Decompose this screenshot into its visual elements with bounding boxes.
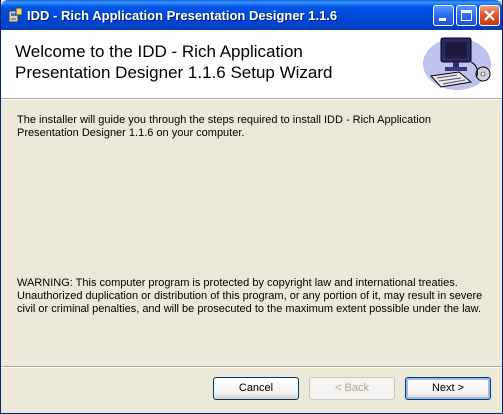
intro-text: The installer will guide you through the…	[17, 114, 431, 139]
wizard-banner: Welcome to the IDD - Rich Application Pr…	[1, 30, 502, 98]
next-button[interactable]: Next >	[405, 377, 491, 400]
cancel-button[interactable]: Cancel	[213, 377, 299, 400]
window-title: IDD - Rich Application Presentation Desi…	[27, 8, 338, 23]
minimize-button[interactable]	[433, 5, 454, 26]
title-bar[interactable]: IDD - Rich Application Presentation Desi…	[1, 0, 502, 30]
maximize-button[interactable]	[456, 5, 477, 26]
minimize-icon	[439, 18, 446, 21]
close-icon	[484, 10, 495, 21]
close-button[interactable]	[479, 5, 500, 26]
computer-setup-icon	[423, 37, 491, 90]
setup-wizard-window: IDD - Rich Application Presentation Desi…	[0, 0, 503, 414]
wizard-heading: Welcome to the IDD - Rich Application Pr…	[15, 42, 333, 82]
installer-app-icon	[8, 7, 23, 23]
maximize-icon	[461, 10, 472, 21]
back-button[interactable]: < Back	[309, 377, 395, 400]
copyright-warning: WARNING: This computer program is protec…	[17, 277, 483, 315]
